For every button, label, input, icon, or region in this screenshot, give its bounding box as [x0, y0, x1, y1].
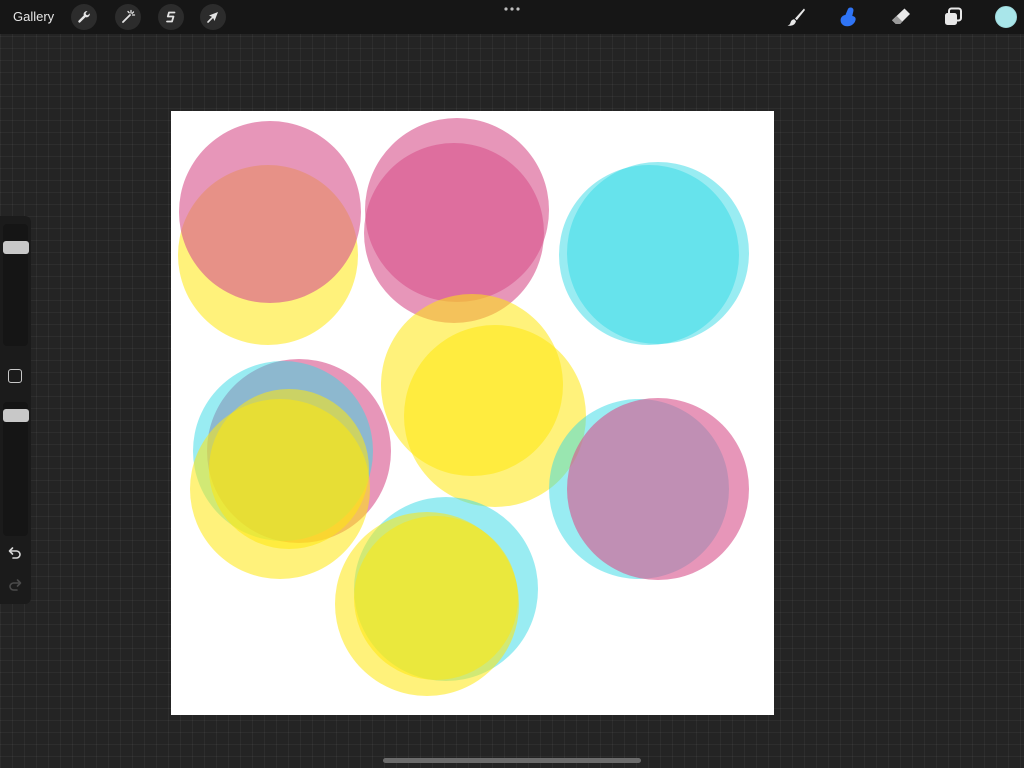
- circles-top-middle-group: [364, 118, 549, 323]
- cyan-circle: [559, 165, 739, 345]
- selection-button[interactable]: [158, 4, 184, 30]
- transform-button[interactable]: [200, 4, 226, 30]
- wrench-icon: [78, 11, 90, 23]
- smudge-finger-icon: [840, 7, 856, 27]
- ellipsis-icon: [504, 7, 520, 11]
- yellow-circle: [354, 516, 518, 680]
- left-sidebar: [0, 216, 31, 604]
- opacity-slider[interactable]: [3, 402, 28, 536]
- opacity-slider-thumb[interactable]: [3, 409, 29, 422]
- adjustments-button[interactable]: [115, 4, 141, 30]
- smudge-tool-button[interactable]: [836, 5, 860, 29]
- yellow-circle: [209, 389, 369, 549]
- procreate-app: Gallery: [0, 0, 1024, 768]
- circles-top-left-group: [178, 121, 361, 345]
- color-picker-button[interactable]: [995, 6, 1017, 28]
- drawing-canvas[interactable]: [171, 111, 774, 715]
- undo-icon: [8, 547, 21, 559]
- more-options-button[interactable]: [500, 2, 524, 16]
- redo-button[interactable]: [5, 576, 25, 594]
- brush-size-slider-thumb[interactable]: [3, 241, 29, 254]
- magenta-circle: [567, 398, 749, 580]
- modify-button[interactable]: [8, 369, 22, 383]
- magenta-circle: [179, 121, 361, 303]
- magic-wand-icon: [122, 9, 136, 23]
- selection-s-icon: [166, 11, 176, 23]
- circles-bottom-group: [335, 497, 538, 696]
- layers-button[interactable]: [941, 5, 965, 29]
- gallery-button[interactable]: Gallery: [13, 8, 54, 26]
- circles-top-right-group: [559, 162, 749, 345]
- eraser-tool-button[interactable]: [889, 5, 913, 29]
- brush-icon: [787, 8, 805, 26]
- layers-icon: [945, 7, 962, 25]
- canvas-artwork: [178, 118, 749, 696]
- arrow-cursor-icon: [207, 12, 218, 23]
- redo-icon: [9, 579, 22, 591]
- home-indicator: [383, 758, 641, 763]
- top-toolbar: Gallery: [0, 0, 1024, 34]
- circles-middle-right-group: [549, 398, 749, 580]
- brush-tool-button[interactable]: [784, 5, 808, 29]
- actions-button[interactable]: [71, 4, 97, 30]
- eraser-icon: [892, 8, 910, 24]
- undo-button[interactable]: [5, 544, 25, 562]
